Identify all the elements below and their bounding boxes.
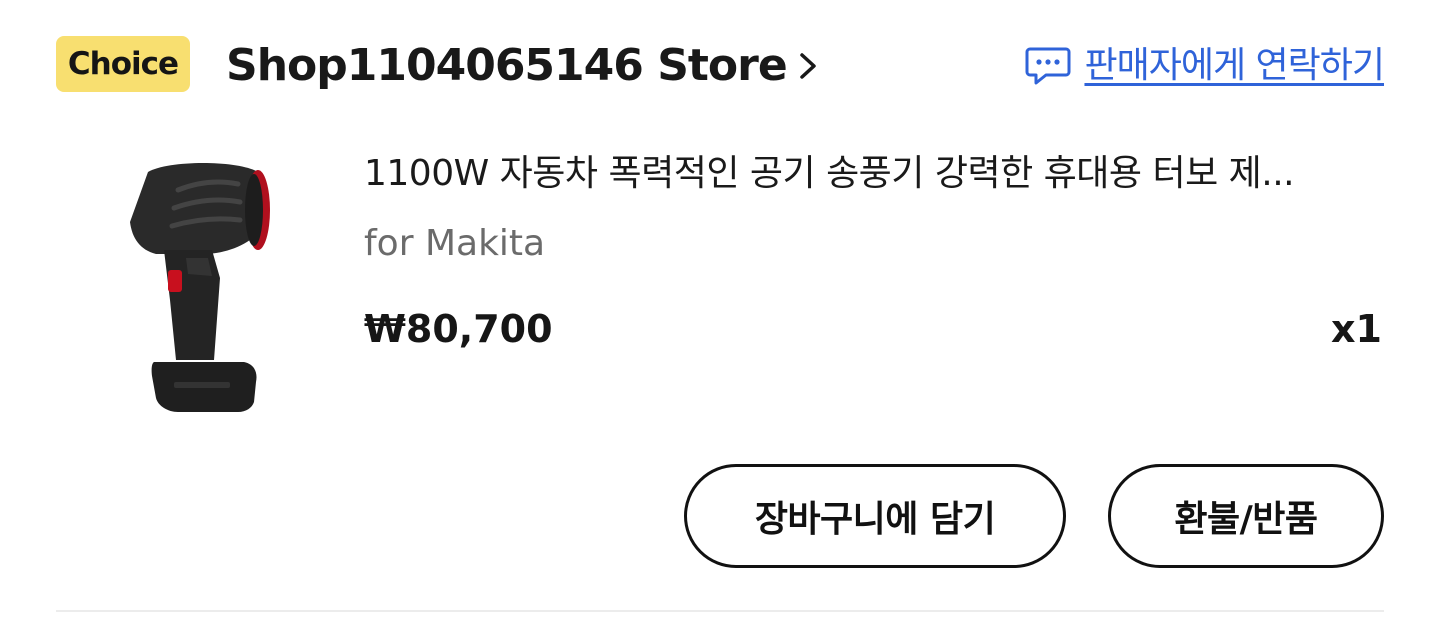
choice-badge: Choice — [56, 36, 190, 92]
product-title[interactable]: 1100W 자동차 폭력적인 공기 송풍기 강력한 휴대용 터보 제... — [364, 148, 1384, 200]
product-variant: for Makita — [364, 223, 546, 264]
store-header: Choice Shop1104065146 Store 판매자에게 연락하기 — [56, 30, 1385, 102]
order-item-card: Choice Shop1104065146 Store 판매자에게 연락하기 1… — [0, 0, 1440, 637]
store-name: Shop1104065146 Store — [226, 40, 788, 91]
contact-seller-link[interactable]: 판매자에게 연락하기 — [1024, 42, 1385, 90]
store-link[interactable]: Shop1104065146 Store — [226, 38, 819, 94]
product-quantity: x1 — [1331, 307, 1382, 351]
divider — [56, 610, 1384, 612]
add-to-cart-button[interactable]: 장바구니에 담기 — [684, 464, 1066, 568]
chevron-right-icon — [799, 53, 816, 79]
refund-return-button[interactable]: 환불/반품 — [1108, 464, 1384, 568]
contact-seller-label: 판매자에게 연락하기 — [1084, 45, 1385, 86]
product-image[interactable] — [108, 150, 288, 420]
product-price: ₩80,700 — [364, 307, 553, 351]
chat-bubble-icon — [1025, 47, 1071, 85]
